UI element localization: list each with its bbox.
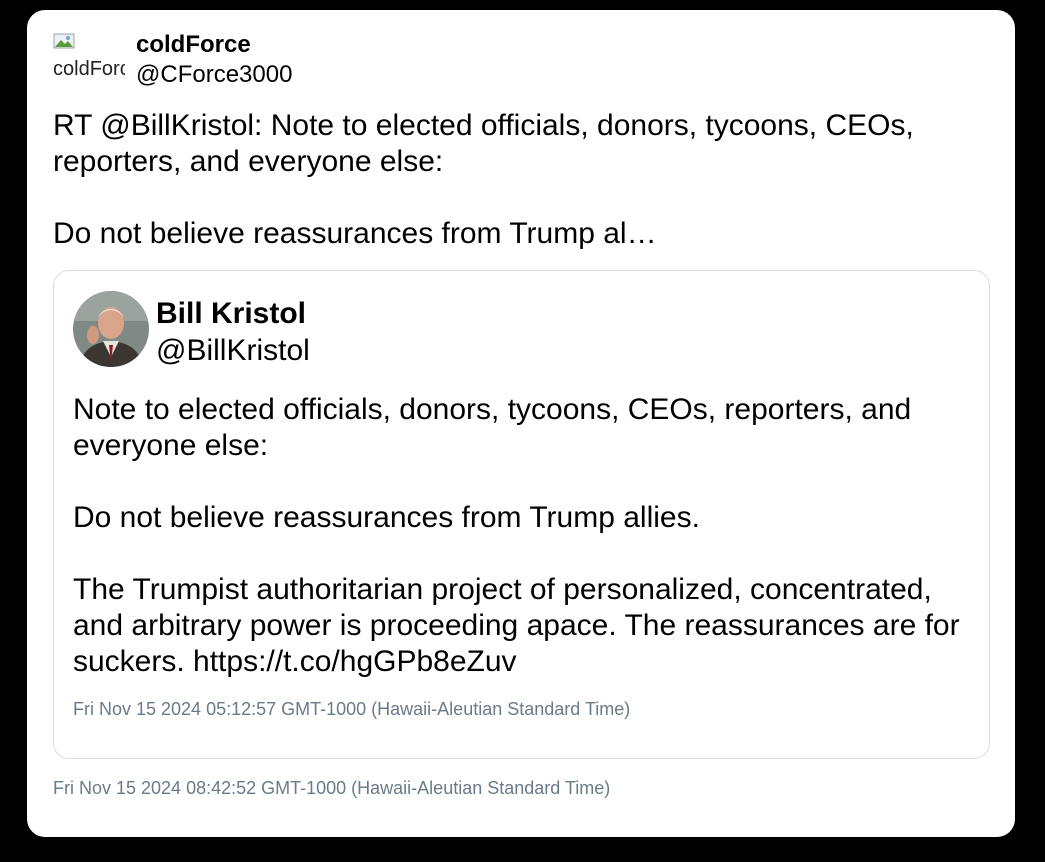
quoted-tweet-text: Note to elected officials, donors, tycoo… bbox=[73, 393, 960, 678]
profile-photo-icon bbox=[73, 291, 149, 367]
tweet-card: coldForce coldForce @CForce3000 RT @Bill… bbox=[27, 10, 1015, 837]
retweeter-display-name[interactable]: coldForce bbox=[136, 31, 251, 59]
avatar-alt-text: coldForce bbox=[53, 58, 125, 80]
retweet-text: RT @BillKristol: Note to elected officia… bbox=[53, 109, 914, 250]
quoted-tweet-timestamp[interactable]: Fri Nov 15 2024 05:12:57 GMT-1000 (Hawai… bbox=[73, 699, 630, 720]
retweeter-handle[interactable]: @CForce3000 bbox=[136, 61, 292, 89]
retweeter-avatar[interactable]: coldForce bbox=[53, 33, 125, 81]
quoted-tweet[interactable]: Bill Kristol @BillKristol Note to electe… bbox=[53, 270, 990, 759]
retweet-timestamp[interactable]: Fri Nov 15 2024 08:42:52 GMT-1000 (Hawai… bbox=[53, 778, 610, 799]
quoted-author-display-name[interactable]: Bill Kristol bbox=[156, 297, 306, 331]
broken-image-icon bbox=[53, 33, 75, 49]
quoted-author-handle[interactable]: @BillKristol bbox=[156, 334, 310, 368]
quoted-author-avatar[interactable] bbox=[73, 291, 149, 367]
